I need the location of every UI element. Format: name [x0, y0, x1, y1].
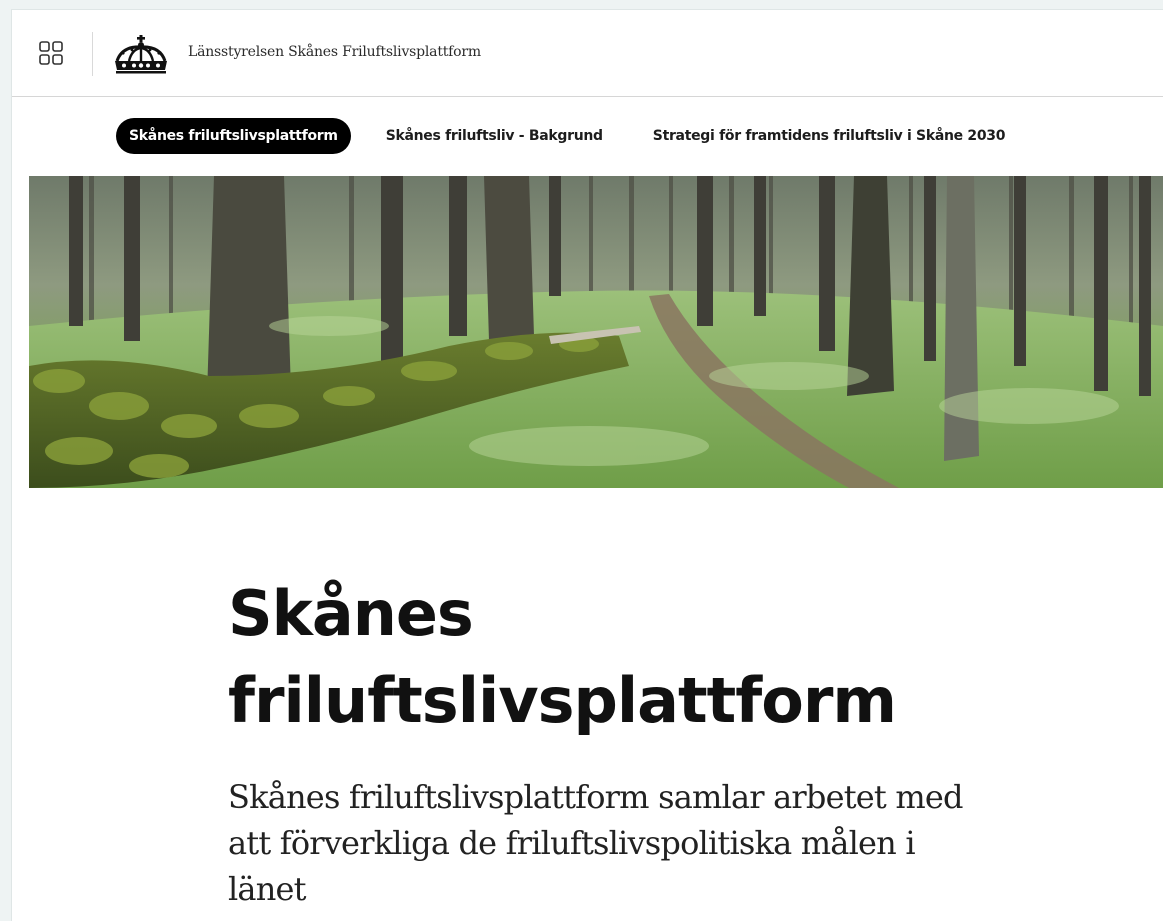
nav-item-bakgrund[interactable]: Skånes friluftsliv - Bakgrund: [373, 118, 616, 154]
grid-apps-icon: [39, 41, 63, 65]
royal-crown-icon[interactable]: [112, 34, 170, 74]
page-title-line-2: friluftslivsplattform: [228, 664, 897, 737]
header-divider: [92, 32, 93, 76]
site-title[interactable]: Länsstyrelsen Skånes Friluftslivsplattfo…: [188, 44, 481, 60]
app-launcher-button[interactable]: [36, 38, 66, 68]
hero-forest-image: [29, 176, 1163, 488]
page-title-line-1: Skånes: [228, 577, 474, 650]
browser-page: Länsstyrelsen Skånes Friluftslivsplattfo…: [12, 10, 1163, 921]
nav-item-strategi-2030[interactable]: Strategi för framtidens friluftsliv i Sk…: [640, 118, 1018, 154]
page-lead-text: Skånes friluftslivsplattform samlar arbe…: [228, 778, 964, 908]
nav-item-friluftslivsplattform[interactable]: Skånes friluftslivsplattform: [116, 118, 351, 154]
site-header: Länsstyrelsen Skånes Friluftslivsplattfo…: [12, 10, 1163, 97]
page-title: Skånes friluftslivsplattform: [228, 570, 1128, 744]
main-navigation: Skånes friluftslivsplattform Skånes fril…: [116, 116, 1018, 156]
